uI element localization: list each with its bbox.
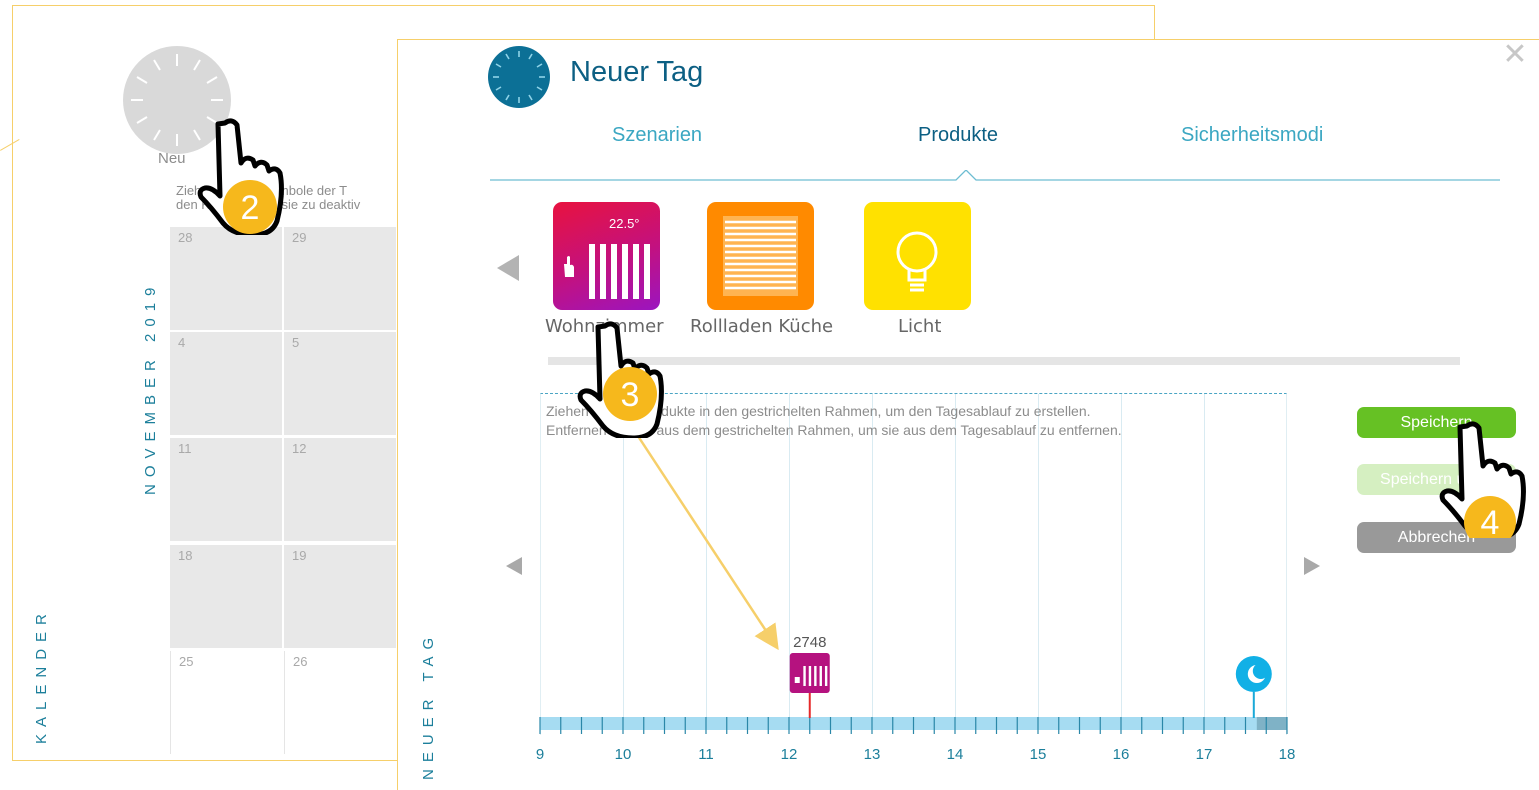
step-number: 3 xyxy=(621,376,640,414)
pointer-hand-icon: 3 xyxy=(577,321,664,438)
step-number: 2 xyxy=(241,189,260,227)
pointer-hand-icon: 4 xyxy=(1439,421,1526,538)
step-number: 4 xyxy=(1481,504,1500,538)
pointer-hand-icon: 2 xyxy=(197,118,284,235)
